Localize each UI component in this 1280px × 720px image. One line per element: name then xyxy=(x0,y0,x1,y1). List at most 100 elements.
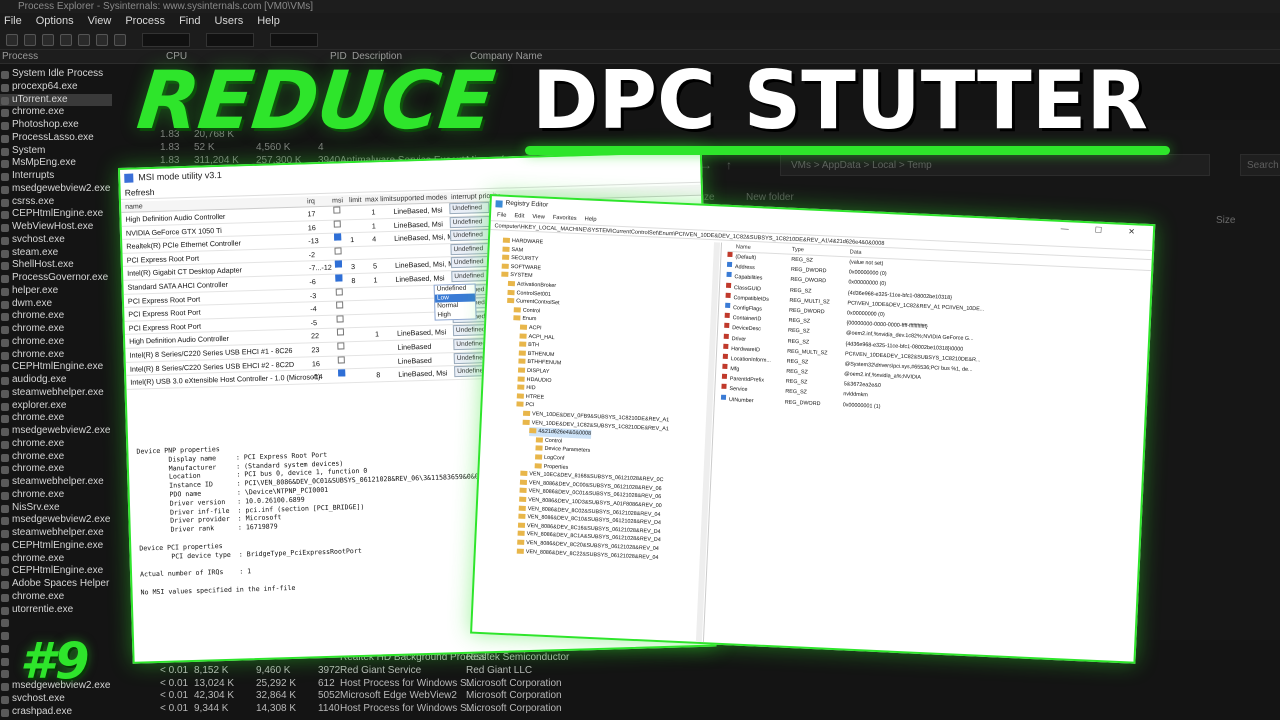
cpu-graph[interactable] xyxy=(142,32,190,47)
process-row[interactable]: NisSrv.exe xyxy=(0,502,112,515)
process-row[interactable]: chrome.exe xyxy=(0,553,112,566)
save-icon[interactable] xyxy=(6,33,18,46)
process-detail-row[interactable]: < 0.01 13,024 K 25,292 K 612 Host Process fo… xyxy=(160,678,580,691)
menu-process[interactable]: Process xyxy=(125,13,165,30)
msi-checkbox-checked[interactable] xyxy=(335,274,343,282)
process-row[interactable]: Adobe Spaces Helper xyxy=(0,578,112,591)
process-row[interactable]: MsMpEng.exe xyxy=(0,157,112,170)
reg-menu-edit[interactable]: Edit xyxy=(514,211,524,221)
process-row[interactable]: audiodg.exe xyxy=(0,374,112,387)
priority-option[interactable]: High xyxy=(435,310,475,320)
process-row[interactable]: uTorrent.exe xyxy=(0,93,112,107)
msi-checkbox[interactable] xyxy=(336,301,344,309)
registry-key-node[interactable]: PCI xyxy=(516,401,534,410)
priority-select[interactable]: Undefined xyxy=(449,215,490,228)
col-name[interactable]: name xyxy=(125,201,143,213)
process-row[interactable]: CEPHtmlEngine.exe xyxy=(0,361,112,374)
process-detail-row[interactable]: < 0.01 9,344 K 14,308 K 1140 Host Process fo… xyxy=(160,703,580,716)
process-row[interactable]: System xyxy=(0,145,112,158)
priority-select[interactable]: Undefined xyxy=(449,202,490,215)
process-row[interactable]: chrome.exe xyxy=(0,489,112,502)
col-msi[interactable]: msi xyxy=(332,195,343,206)
column-size[interactable]: Size xyxy=(1216,215,1235,226)
priority-dropdown[interactable]: Undefined Low Normal High xyxy=(433,283,477,321)
process-row[interactable]: Photoshop.exe xyxy=(0,119,112,132)
process-row[interactable]: helper.exe xyxy=(0,285,112,298)
msi-checkbox-checked[interactable] xyxy=(334,260,343,268)
menu-view[interactable]: View xyxy=(88,13,112,30)
process-row[interactable]: procexp64.exe xyxy=(0,81,112,94)
msi-checkbox[interactable] xyxy=(334,247,342,255)
column-process[interactable]: Process xyxy=(2,50,38,64)
process-row[interactable]: chrome.exe xyxy=(0,349,112,362)
col-max-limit[interactable]: max limit xyxy=(365,194,393,206)
process-row[interactable]: chrome.exe xyxy=(0,438,112,451)
process-row[interactable]: steam.exe xyxy=(0,247,112,260)
msi-checkbox[interactable] xyxy=(333,220,341,228)
priority-select[interactable]: Undefined xyxy=(450,242,491,255)
process-row[interactable]: msedgewebview2.exe xyxy=(0,425,112,438)
window-icon[interactable] xyxy=(42,33,54,46)
io-graph[interactable] xyxy=(270,32,318,47)
process-row[interactable]: chrome.exe xyxy=(0,106,112,119)
process-row[interactable]: msedgewebview2.exe xyxy=(0,514,112,527)
process-row[interactable]: svchost.exe xyxy=(0,693,112,706)
process-row[interactable]: CEPHtmlEngine.exe xyxy=(0,565,112,578)
reg-menu-file[interactable]: File xyxy=(497,210,507,220)
process-row[interactable]: CEPHtmlEngine.exe xyxy=(0,208,112,221)
process-row[interactable]: explorer.exe xyxy=(0,400,112,413)
search-input[interactable]: Search Te xyxy=(1240,154,1280,176)
menu-help[interactable]: Help xyxy=(257,13,280,30)
refresh-icon[interactable] xyxy=(24,33,36,46)
process-row[interactable]: chrome.exe xyxy=(0,310,112,323)
process-detail-row[interactable]: < 0.01 8,152 K 9,460 K 3972 Red Giant Servic… xyxy=(160,665,580,678)
menu-options[interactable]: Options xyxy=(36,13,74,30)
process-row[interactable]: msedgewebview2.exe xyxy=(0,183,112,196)
process-row[interactable]: svchost.exe xyxy=(0,234,112,247)
process-row[interactable]: ProcessLasso.exe xyxy=(0,132,112,145)
process-row[interactable]: utorrentie.exe xyxy=(0,604,112,617)
process-row[interactable]: steamwebhelper.exe xyxy=(0,527,112,540)
msi-checkbox[interactable] xyxy=(335,287,343,296)
process-row[interactable]: Interrupts xyxy=(0,170,112,183)
find-icon[interactable] xyxy=(78,33,90,46)
process-row[interactable]: dwm.exe xyxy=(0,298,112,311)
process-row[interactable]: chrome.exe xyxy=(0,412,112,425)
process-row[interactable]: ShellHost.exe xyxy=(0,259,112,272)
menu-users[interactable]: Users xyxy=(214,13,243,30)
process-row[interactable]: chrome.exe xyxy=(0,463,112,476)
menu-find[interactable]: Find xyxy=(179,13,200,30)
col-irq[interactable]: irq xyxy=(307,196,315,207)
process-row[interactable]: crashpad.exe xyxy=(0,706,112,719)
process-row[interactable]: chrome.exe xyxy=(0,591,112,604)
process-row[interactable]: CEPHtmlEngine.exe xyxy=(0,540,112,553)
process-row[interactable]: chrome.exe xyxy=(0,451,112,464)
menu-file[interactable]: File xyxy=(4,13,22,30)
msi-checkbox[interactable] xyxy=(336,315,344,323)
reg-menu-help[interactable]: Help xyxy=(584,214,596,225)
process-row[interactable] xyxy=(0,616,112,629)
process-row[interactable]: csrss.exe xyxy=(0,196,112,209)
properties-icon[interactable] xyxy=(60,33,72,46)
memory-graph[interactable] xyxy=(206,32,254,47)
device-limit[interactable]: 3 xyxy=(351,260,355,274)
msi-checkbox[interactable] xyxy=(337,342,345,350)
process-row[interactable]: chrome.exe xyxy=(0,323,112,336)
process-row[interactable]: chrome.exe xyxy=(0,336,112,349)
priority-select[interactable]: Undefined xyxy=(450,256,492,269)
reg-menu-favorites[interactable]: Favorites xyxy=(553,213,577,224)
msi-checkbox[interactable] xyxy=(333,206,341,214)
kill-icon[interactable] xyxy=(96,33,108,46)
process-row[interactable]: WebViewHost.exe xyxy=(0,221,112,234)
process-row[interactable]: ProcessGovernor.exe xyxy=(0,272,112,285)
col-limit[interactable]: limit xyxy=(349,195,362,206)
msi-checkbox[interactable] xyxy=(337,355,345,364)
msi-checkbox-checked[interactable] xyxy=(338,369,346,377)
target-icon[interactable] xyxy=(114,33,126,46)
process-row[interactable]: steamwebhelper.exe xyxy=(0,387,112,400)
device-limit[interactable]: 1 xyxy=(350,233,354,247)
device-limit[interactable]: 8 xyxy=(351,274,355,288)
msi-checkbox[interactable] xyxy=(336,328,345,336)
reg-menu-view[interactable]: View xyxy=(532,212,545,223)
process-row[interactable]: System Idle Process xyxy=(0,68,112,81)
